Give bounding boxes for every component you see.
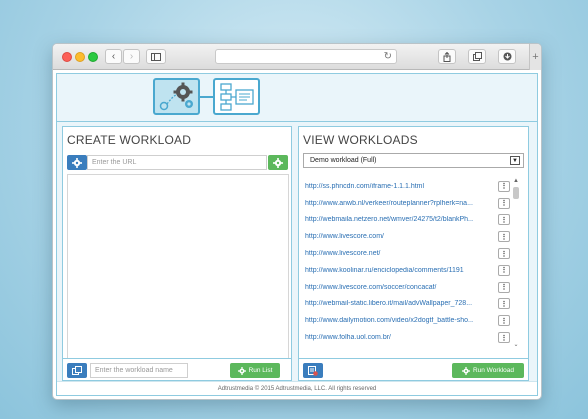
workload-url-link[interactable]: http://webmaila.netzero.net/wmver/24275/… xyxy=(303,216,473,223)
view-panel-title: VIEW WORKLOADS xyxy=(303,133,418,147)
copy-icon xyxy=(72,366,82,375)
workload-url-link[interactable]: http://www.livescore.com/soccer/concacaf… xyxy=(303,284,473,291)
workload-url-link[interactable]: http://www.koolinar.ru/enciclopedia/comm… xyxy=(303,267,473,274)
mode-header xyxy=(57,74,537,122)
minimize-window-button[interactable] xyxy=(75,52,85,62)
more-options-icon[interactable]: ⋮ xyxy=(498,315,510,327)
reload-icon[interactable]: ↻ xyxy=(384,51,392,62)
browser-window: ‹ › ↻ + CREATE WORKLOAD Enter the URL En… xyxy=(52,43,542,400)
delete-list-icon xyxy=(308,365,318,376)
gear-icon xyxy=(461,366,470,375)
view-workloads-panel: VIEW WORKLOADS Demo workload (Full) ▼ ht… xyxy=(298,126,529,381)
more-options-icon[interactable]: ⋮ xyxy=(498,281,510,293)
sidebar-button[interactable] xyxy=(146,49,166,64)
create-mode-button[interactable] xyxy=(153,78,200,115)
tabs-icon xyxy=(472,52,482,61)
workload-url-list: http://ss.phncdn.com/iframe-1.1.1.html ⋮ h… xyxy=(303,178,524,351)
chevron-right-icon: › xyxy=(129,50,134,62)
flowchart-icon xyxy=(219,82,254,111)
workload-url-link[interactable]: http://www.livescore.com/ xyxy=(303,233,473,240)
more-options-icon[interactable]: ⋮ xyxy=(498,264,510,276)
list-item: http://www.koolinar.ru/enciclopedia/comm… xyxy=(303,262,524,279)
chevron-down-icon[interactable]: ▼ xyxy=(510,156,520,165)
download-icon xyxy=(503,52,511,61)
app-content: CREATE WORKLOAD Enter the URL Enter the … xyxy=(56,73,538,396)
workload-name-input[interactable]: Enter the workload name xyxy=(90,363,188,378)
workload-select[interactable]: Demo workload (Full) ▼ xyxy=(303,153,524,168)
workload-url-link[interactable]: http://ss.phncdn.com/iframe-1.1.1.html xyxy=(303,183,473,190)
list-item: http://www.dailymotion.com/video/x2dogtf… xyxy=(303,312,524,329)
download-button[interactable] xyxy=(498,49,516,64)
more-options-icon[interactable]: ⋮ xyxy=(498,248,510,260)
create-panel-title: CREATE WORKLOAD xyxy=(67,133,192,147)
close-window-button[interactable] xyxy=(62,52,72,62)
run-workload-label: Run Workload xyxy=(472,367,515,374)
browser-toolbar: ‹ › ↻ + xyxy=(53,44,541,70)
gear-icon xyxy=(237,366,246,375)
new-tab-button[interactable]: + xyxy=(529,44,541,70)
workload-url-link[interactable]: http://www.livescore.net/ xyxy=(303,250,473,257)
more-options-icon[interactable]: ⋮ xyxy=(498,298,510,310)
sidebar-icon xyxy=(151,52,161,61)
url-input[interactable]: Enter the URL xyxy=(87,155,267,170)
list-item: http://ss.phncdn.com/iframe-1.1.1.html ⋮ xyxy=(303,178,524,195)
gear-icon xyxy=(67,155,87,170)
gears-workflow-icon xyxy=(159,82,193,110)
share-button[interactable] xyxy=(438,49,456,64)
more-options-icon[interactable]: ⋮ xyxy=(498,214,510,226)
workload-select-value: Demo workload (Full) xyxy=(310,157,377,164)
back-button[interactable]: ‹ xyxy=(105,49,122,64)
url-input-row: Enter the URL xyxy=(67,155,289,170)
list-item: http://www.livescore.com/ ⋮ xyxy=(303,228,524,245)
list-scrollbar[interactable]: ▲ ⌄ xyxy=(512,178,520,348)
view-footer: Run Workload xyxy=(299,358,528,380)
create-workload-panel: CREATE WORKLOAD Enter the URL Enter the … xyxy=(62,126,292,381)
delete-workload-button[interactable] xyxy=(303,363,323,378)
more-options-icon[interactable]: ⋮ xyxy=(498,231,510,243)
zoom-window-button[interactable] xyxy=(88,52,98,62)
list-item: http://www.anwb.nl/verkeer/routeplanner?… xyxy=(303,195,524,212)
forward-button[interactable]: › xyxy=(123,49,140,64)
scroll-down-icon[interactable]: ⌄ xyxy=(512,341,520,348)
share-icon xyxy=(443,51,451,62)
list-item: http://www.livescore.net/ ⋮ xyxy=(303,245,524,262)
run-list-button[interactable]: Run List xyxy=(230,363,280,378)
more-options-icon[interactable]: ⋮ xyxy=(498,332,510,344)
workload-url-link[interactable]: http://www.folha.uol.com.br/ xyxy=(303,334,473,341)
more-options-icon[interactable]: ⋮ xyxy=(498,197,510,209)
add-url-button[interactable] xyxy=(268,155,288,170)
list-item: http://www.livescore.com/soccer/concacaf… xyxy=(303,279,524,296)
more-options-icon[interactable]: ⋮ xyxy=(498,180,510,192)
gear-icon xyxy=(273,157,283,168)
chevron-left-icon: ‹ xyxy=(111,50,116,62)
copy-workload-button[interactable] xyxy=(67,363,87,378)
tabs-button[interactable] xyxy=(468,49,486,64)
scroll-up-icon[interactable]: ▲ xyxy=(512,178,520,184)
list-item: http://webmaila.netzero.net/wmver/24275/… xyxy=(303,212,524,229)
workload-url-link[interactable]: http://webmail-static.libero.it/mail/adv… xyxy=(303,300,473,307)
mode-connector xyxy=(200,96,213,98)
create-footer: Enter the workload name Run List xyxy=(63,358,291,380)
scroll-thumb[interactable] xyxy=(513,187,519,199)
workload-url-link[interactable]: http://www.anwb.nl/verkeer/routeplanner?… xyxy=(303,200,473,207)
url-list-area[interactable] xyxy=(67,174,289,360)
address-bar[interactable]: ↻ xyxy=(215,49,397,64)
list-item: http://webmail-static.libero.it/mail/adv… xyxy=(303,296,524,313)
copyright-footer: Adtrustmedia © 2015 Adtrustmedia, LLC. A… xyxy=(57,381,537,395)
workload-url-link[interactable]: http://www.dailymotion.com/video/x2dogtf… xyxy=(303,317,473,324)
view-mode-button[interactable] xyxy=(213,78,260,115)
list-item: http://www.folha.uol.com.br/ ⋮ xyxy=(303,329,524,346)
run-list-label: Run List xyxy=(248,367,273,374)
run-workload-button[interactable]: Run Workload xyxy=(452,363,524,378)
